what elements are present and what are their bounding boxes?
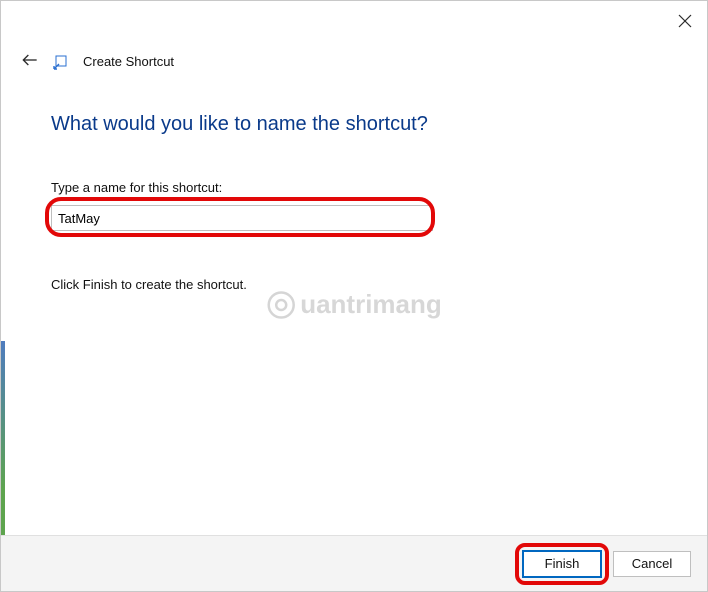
instruction-text: Click Finish to create the shortcut.: [51, 277, 659, 292]
close-icon[interactable]: [677, 13, 693, 29]
create-shortcut-wizard: Create Shortcut What would you like to n…: [0, 0, 708, 592]
content-area: What would you like to name the shortcut…: [1, 75, 707, 292]
cancel-button[interactable]: Cancel: [613, 551, 691, 577]
back-arrow-icon[interactable]: [19, 49, 41, 71]
watermark-logo-icon: [266, 290, 296, 320]
finish-button-wrap: Finish: [523, 551, 601, 577]
page-heading: What would you like to name the shortcut…: [51, 113, 659, 136]
footer-bar: Finish Cancel: [1, 535, 707, 591]
titlebar: [1, 1, 707, 41]
shortcut-name-input-wrap: [51, 201, 433, 235]
watermark-text: uantrimang: [300, 289, 442, 320]
shortcut-name-label: Type a name for this shortcut:: [51, 180, 659, 195]
header-row: Create Shortcut: [1, 41, 707, 75]
shortcut-name-input[interactable]: [51, 205, 433, 231]
finish-button[interactable]: Finish: [523, 551, 601, 577]
shortcut-file-icon: [53, 55, 69, 71]
watermark: uantrimang: [266, 289, 442, 320]
wizard-title: Create Shortcut: [83, 54, 174, 69]
